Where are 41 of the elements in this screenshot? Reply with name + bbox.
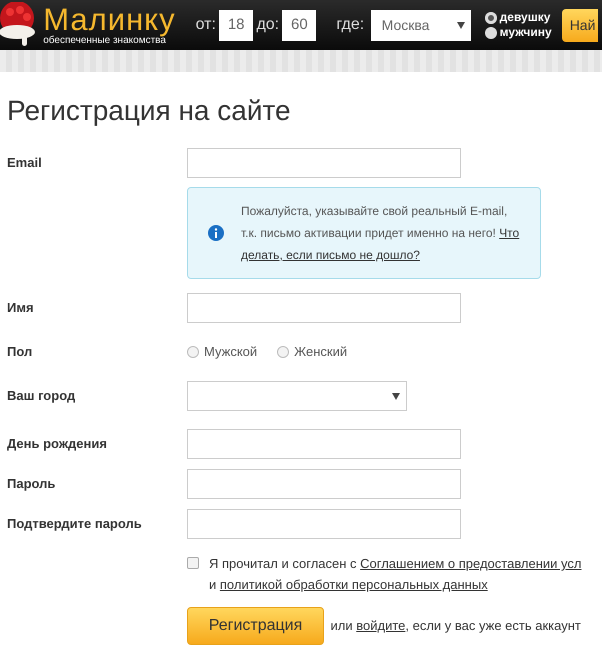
input-field[interactable]	[187, 509, 461, 539]
city-dropdown[interactable]	[187, 381, 407, 411]
search-button[interactable]: Най	[562, 8, 598, 42]
input-field[interactable]	[187, 148, 461, 178]
field-label: Ваш город	[7, 387, 76, 406]
field-label: Email	[7, 154, 43, 172]
terms-link[interactable]: Соглашением о предоставлении усл	[360, 556, 582, 571]
field-label: Пол	[7, 343, 34, 362]
caret-icon	[456, 22, 465, 28]
input-field[interactable]	[187, 469, 461, 499]
age-to-label: до:	[256, 15, 280, 35]
input-field[interactable]	[187, 293, 461, 323]
logo-text[interactable]: Малинку	[43, 4, 176, 35]
field-label: День рождения	[7, 435, 108, 454]
login-link[interactable]: войдите	[356, 618, 406, 634]
age-to-field[interactable]: 60	[282, 10, 316, 40]
gender-radio[interactable]: девушку	[484, 10, 552, 25]
agreement-text: Я прочитал и согласен с Соглашением о предоставлении усл	[209, 555, 582, 573]
agree-checkbox[interactable]	[187, 557, 199, 569]
age-from-label: от:	[196, 15, 216, 35]
age-from-field[interactable]: 18	[219, 10, 254, 40]
register-button[interactable]: Регистрация	[187, 607, 324, 645]
info-text: Пожалуйста, указывайте свой реальный E-mail, т.к. письмо активации придет именно на него! Что делать, если письмо не дошло?	[241, 203, 520, 264]
gender-radio[interactable]: Мужской	[187, 342, 258, 362]
help-link[interactable]: делать, если письмо не дошло?	[241, 248, 420, 262]
info-icon	[208, 225, 224, 241]
help-link[interactable]: Что	[499, 226, 520, 240]
field-label: Пароль	[7, 475, 56, 494]
field-label: Имя	[7, 299, 35, 318]
tagline: обеспеченные знакомства	[43, 36, 166, 46]
caret-icon	[392, 392, 400, 400]
gender-radio[interactable]: мужчину	[484, 25, 552, 40]
gender-radio[interactable]: Женский	[277, 342, 348, 362]
city-select[interactable]: Москва	[370, 10, 471, 40]
input-field[interactable]	[187, 429, 461, 459]
privacy-link[interactable]: политикой обработки персональных данных	[220, 577, 488, 592]
page-title: Регистрация на сайте	[7, 94, 292, 128]
field-label: Подтвердите пароль	[7, 515, 143, 534]
login-text: или войдите, если у вас уже есть аккаунт	[330, 617, 581, 636]
where-label: где:	[336, 15, 364, 35]
agreement-text: и политикой обработки персональных данных	[209, 576, 489, 594]
